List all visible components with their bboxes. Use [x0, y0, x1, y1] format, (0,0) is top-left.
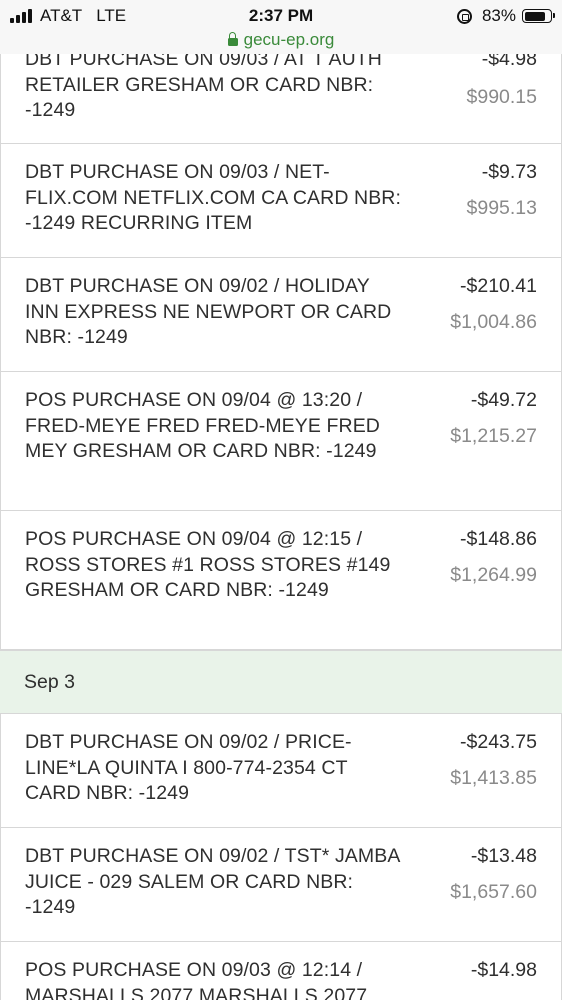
transaction-row[interactable]: POS PURCHASE ON 09/03 @ 12:14 / MARSHALL… [0, 941, 562, 1000]
transaction-row[interactable]: DBT PURCHASE ON 09/02 / PRICE-LINE*LA QU… [0, 713, 562, 828]
transaction-row[interactable]: POS PURCHASE ON 09/04 @ 12:15 / ROSS STO… [0, 510, 562, 650]
transaction-amount: -$13.48 [470, 845, 537, 867]
transaction-description: DBT PURCHASE ON 09/03 / AT T AUTH RETAIL… [25, 48, 382, 121]
transaction-description: DBT PURCHASE ON 09/02 / PRICE-LINE*LA QU… [25, 731, 352, 804]
transaction-row[interactable]: POS PURCHASE ON 09/04 @ 13:20 / FRED-MEY… [0, 371, 562, 511]
transaction-balance: $990.15 [466, 86, 538, 108]
transaction-balance: $1,657.60 [450, 881, 537, 903]
transaction-balance: $1,215.27 [450, 425, 537, 447]
transaction-row[interactable]: DBT PURCHASE ON 09/03 / AT T AUTH RETAIL… [0, 40, 562, 144]
transaction-row[interactable]: DBT PURCHASE ON 09/02 / TST* JAMBA JUICE… [0, 827, 562, 942]
transaction-description: DBT PURCHASE ON 09/03 / NET-FLIX.COM NET… [25, 161, 402, 234]
transaction-balance: $1,004.86 [450, 311, 537, 333]
date-group-label: Sep 3 [24, 671, 75, 693]
address-bar[interactable]: gecu-ep.org [0, 28, 562, 54]
orientation-lock-icon [456, 8, 472, 24]
transaction-amount: -$14.98 [470, 959, 537, 981]
padlock-icon [227, 32, 238, 46]
transaction-description: POS PURCHASE ON 09/04 @ 13:20 / FRED-MEY… [25, 389, 380, 462]
transaction-list[interactable]: DBT PURCHASE ON 09/03 / AT T AUTH RETAIL… [0, 0, 562, 1000]
transaction-description: POS PURCHASE ON 09/03 @ 12:14 / MARSHALL… [25, 959, 368, 1000]
battery-icon [522, 9, 555, 23]
transaction-description: DBT PURCHASE ON 09/02 / TST* JAMBA JUICE… [25, 845, 400, 918]
transaction-row[interactable]: DBT PURCHASE ON 09/03 / NET-FLIX.COM NET… [0, 143, 562, 258]
transaction-amount: -$9.73 [481, 161, 537, 183]
transaction-description: POS PURCHASE ON 09/04 @ 12:15 / ROSS STO… [25, 528, 391, 601]
date-group-header: Sep 3 [0, 650, 562, 714]
transaction-description: DBT PURCHASE ON 09/02 / HOLIDAY INN EXPR… [25, 275, 392, 348]
transaction-amount: -$49.72 [470, 389, 537, 411]
transaction-balance: $1,413.85 [450, 767, 537, 789]
transaction-amount: -$243.75 [460, 731, 537, 753]
transaction-row[interactable]: DBT PURCHASE ON 09/02 / HOLIDAY INN EXPR… [0, 257, 562, 372]
transaction-balance: $995.13 [466, 197, 538, 219]
transaction-amount: -$148.86 [460, 528, 537, 550]
battery-level-fill [524, 11, 546, 21]
url-text[interactable]: gecu-ep.org [244, 30, 335, 50]
battery-percent: 83% [481, 6, 516, 25]
transaction-amount: -$210.41 [460, 275, 537, 297]
transaction-balance: $1,264.99 [450, 564, 537, 586]
battery-info: 83% [456, 6, 555, 26]
